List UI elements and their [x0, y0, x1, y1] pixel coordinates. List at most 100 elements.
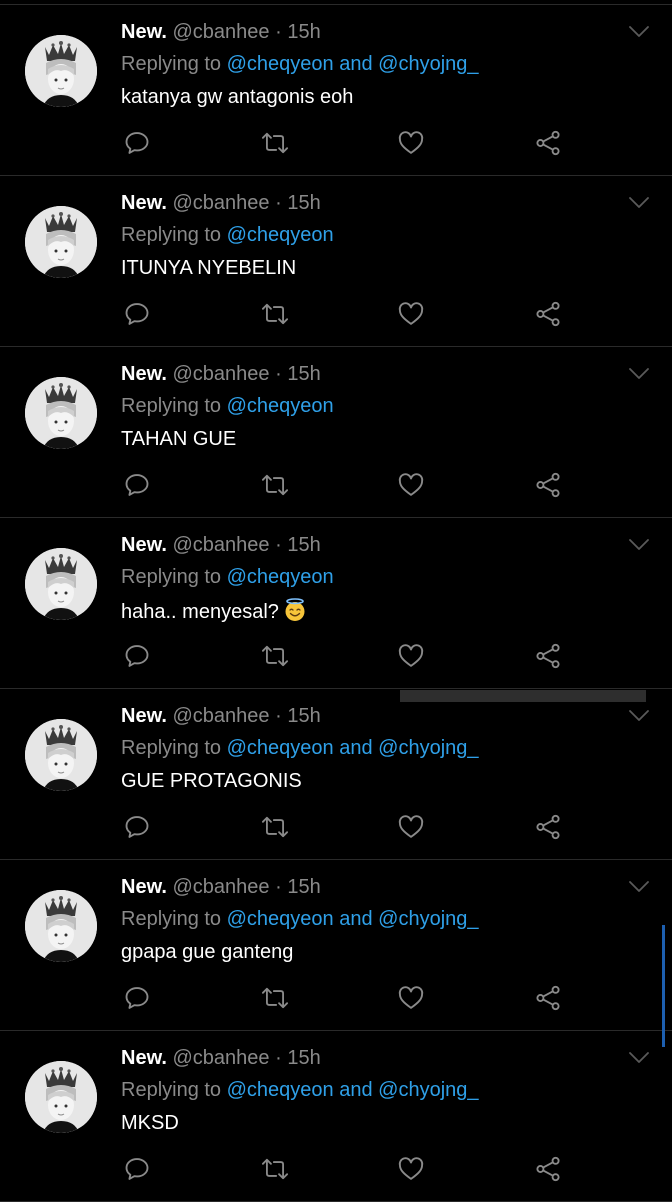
mention-link[interactable]: @cheqyeon	[227, 395, 334, 417]
tweet-actions	[0, 809, 672, 849]
display-name[interactable]: New.	[121, 534, 167, 556]
share-button[interactable]	[528, 1151, 568, 1191]
avatar[interactable]	[25, 719, 97, 791]
chevron-down-icon[interactable]	[628, 709, 650, 723]
share-button[interactable]	[528, 980, 568, 1020]
mention-link[interactable]: @chyojng_	[378, 53, 478, 75]
share-icon	[534, 471, 562, 504]
retweet-button[interactable]	[255, 1151, 295, 1191]
share-icon	[534, 813, 562, 846]
reply-button[interactable]	[117, 125, 157, 165]
mention-link[interactable]: @chyojng_	[378, 1079, 478, 1101]
user-handle[interactable]: @cbanhee	[173, 192, 270, 214]
like-button[interactable]	[391, 296, 431, 336]
mention-link[interactable]: @cheqyeon	[227, 737, 334, 759]
timestamp[interactable]: 15h	[287, 21, 320, 43]
tweet-text: gpapa gue ganteng	[121, 940, 293, 964]
display-name[interactable]: New.	[121, 21, 167, 43]
share-icon	[534, 129, 562, 162]
user-handle[interactable]: @cbanhee	[173, 876, 270, 898]
reply-button[interactable]	[117, 809, 157, 849]
chevron-down-icon[interactable]	[628, 367, 650, 381]
tweet-header: New. @cbanhee · 15h	[121, 533, 321, 557]
chevron-down-icon[interactable]	[628, 538, 650, 552]
like-button[interactable]	[391, 1151, 431, 1191]
tweet[interactable]: New. @cbanhee · 15h Replying to @cheqyeo…	[0, 176, 672, 347]
reply-button[interactable]	[117, 980, 157, 1020]
like-button[interactable]	[391, 809, 431, 849]
avatar[interactable]	[25, 377, 97, 449]
avatar[interactable]	[25, 1061, 97, 1133]
smiling-face-with-halo-icon	[279, 598, 307, 623]
mention-link[interactable]: @cheqyeon	[227, 566, 334, 588]
timestamp[interactable]: 15h	[287, 1047, 320, 1069]
retweet-button[interactable]	[255, 980, 295, 1020]
tweet-actions	[0, 467, 672, 507]
mention-link[interactable]: @chyojng_	[378, 908, 478, 930]
share-button[interactable]	[528, 296, 568, 336]
tweet[interactable]: New. @cbanhee · 15h Replying to @cheqyeo…	[0, 347, 672, 518]
retweet-button[interactable]	[255, 809, 295, 849]
tweet[interactable]: New. @cbanhee · 15h Replying to @cheqyeo…	[0, 5, 672, 176]
timestamp[interactable]: 15h	[287, 534, 320, 556]
share-button[interactable]	[528, 638, 568, 678]
reply-button[interactable]	[117, 296, 157, 336]
timestamp[interactable]: 15h	[287, 192, 320, 214]
avatar[interactable]	[25, 206, 97, 278]
display-name[interactable]: New.	[121, 705, 167, 727]
like-button[interactable]	[391, 467, 431, 507]
like-button[interactable]	[391, 125, 431, 165]
chevron-down-icon[interactable]	[628, 196, 650, 210]
display-name[interactable]: New.	[121, 192, 167, 214]
tweet-text-content: ITUNYA NYEBELIN	[121, 257, 297, 279]
user-handle[interactable]: @cbanhee	[173, 1047, 270, 1069]
tweet-header: New. @cbanhee · 15h	[121, 362, 321, 386]
user-handle[interactable]: @cbanhee	[173, 705, 270, 727]
like-button[interactable]	[391, 638, 431, 678]
user-handle[interactable]: @cbanhee	[173, 534, 270, 556]
mention-link[interactable]: @cheqyeon	[227, 53, 334, 75]
retweet-button[interactable]	[255, 125, 295, 165]
display-name[interactable]: New.	[121, 1047, 167, 1069]
like-button[interactable]	[391, 980, 431, 1020]
tweet-text-content: TAHAN GUE	[121, 428, 237, 450]
reply-button[interactable]	[117, 638, 157, 678]
tweet[interactable]: New. @cbanhee · 15h Replying to @cheqyeo…	[0, 689, 672, 860]
avatar[interactable]	[25, 548, 97, 620]
retweet-button[interactable]	[255, 638, 295, 678]
tweet[interactable]: New. @cbanhee · 15h Replying to @cheqyeo…	[0, 860, 672, 1031]
retweet-button[interactable]	[255, 296, 295, 336]
reply-button[interactable]	[117, 467, 157, 507]
tweet[interactable]: New. @cbanhee · 15h Replying to @cheqyeo…	[0, 518, 672, 689]
comment-bubble-icon	[123, 471, 151, 504]
replying-to: Replying to @cheqyeon	[121, 394, 334, 418]
chevron-down-icon[interactable]	[628, 880, 650, 894]
chevron-down-icon[interactable]	[628, 25, 650, 39]
display-name[interactable]: New.	[121, 876, 167, 898]
avatar[interactable]	[25, 35, 97, 107]
chevron-down-icon[interactable]	[628, 1051, 650, 1065]
user-handle[interactable]: @cbanhee	[173, 363, 270, 385]
tweet[interactable]: New. @cbanhee · 15h Replying to @cheqyeo…	[0, 1031, 672, 1202]
separator-dot: ·	[275, 1047, 282, 1069]
avatar[interactable]	[25, 890, 97, 962]
share-button[interactable]	[528, 125, 568, 165]
mention-link[interactable]: @cheqyeon	[227, 1079, 334, 1101]
mention-link[interactable]: @cheqyeon	[227, 908, 334, 930]
timestamp[interactable]: 15h	[287, 705, 320, 727]
tweet-text: ITUNYA NYEBELIN	[121, 256, 296, 280]
retweet-button[interactable]	[255, 467, 295, 507]
timestamp[interactable]: 15h	[287, 363, 320, 385]
tweet-text-content: gpapa gue ganteng	[121, 941, 294, 963]
tweet-actions	[0, 125, 672, 165]
user-handle[interactable]: @cbanhee	[173, 21, 270, 43]
mention-link[interactable]: @cheqyeon	[227, 224, 334, 246]
share-button[interactable]	[528, 467, 568, 507]
mention-link[interactable]: @chyojng_	[378, 737, 478, 759]
vertical-scrollbar[interactable]	[662, 925, 665, 1047]
display-name[interactable]: New.	[121, 363, 167, 385]
reply-button[interactable]	[117, 1151, 157, 1191]
timestamp[interactable]: 15h	[287, 876, 320, 898]
replying-to: Replying to @cheqyeon and @chyojng_	[121, 736, 479, 760]
share-button[interactable]	[528, 809, 568, 849]
